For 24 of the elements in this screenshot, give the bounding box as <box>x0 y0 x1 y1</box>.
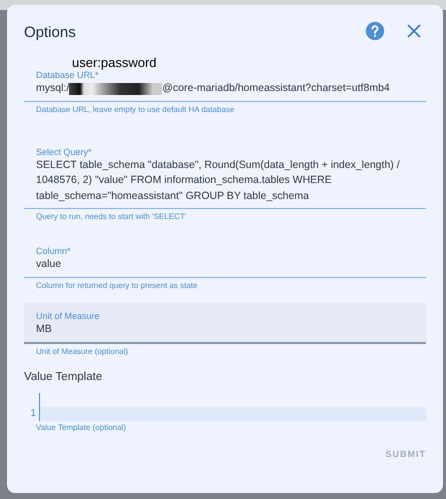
text-field[interactable]: Unit of Measure MB <box>24 302 426 344</box>
helper-text: Query to run, needs to start with 'SELECT' <box>35 211 188 222</box>
section-heading: Value Template <box>24 371 104 385</box>
helper-text: Unit of Measure (optional) <box>35 346 130 357</box>
field-value: MB <box>36 322 52 336</box>
help-icon[interactable] <box>365 21 385 41</box>
text-field[interactable]: Column* value <box>24 244 426 278</box>
field-label: Select Query* <box>36 146 93 158</box>
text-field[interactable]: Database URL* mysql:/ @core-mariadb/homeassistant?charset=utf8mb4 <box>24 68 426 102</box>
close-icon[interactable] <box>407 24 421 38</box>
field-value: value <box>36 257 62 272</box>
field-value: @core-mariadb/homeassistant?charset=utf8mb4 <box>162 81 390 96</box>
text-field[interactable]: Select Query* SELECT table_schema "database", Round(Sum(data_length + index_length) / 1048576, 2) "value" FROM information_schema.tables WHERE table_schema="homeassistant" GROUP BY table_schema <box>24 144 426 209</box>
line-number: 1 <box>29 407 36 421</box>
annotation-text: user:password <box>71 57 158 68</box>
helper-text: Database URL, leave empty to use default HA database <box>35 104 236 114</box>
dialog-title: Options <box>24 22 77 40</box>
field-label: Column* <box>36 246 72 257</box>
field-value: mysql:/ <box>36 81 70 96</box>
helper-text: Value Template (optional) <box>35 422 127 433</box>
field-label: Unit of Measure <box>36 310 101 322</box>
field-value: SELECT table_schema "database", Round(Sum(data_length + index_length) / 1048576, 2) "value" FROM information_schema.tables WHERE table_schema="homeassistant" GROUP BY table_schema <box>36 158 401 204</box>
helper-text: Column for returned query to present as state <box>35 280 198 290</box>
field-label: Database URL* <box>36 70 100 81</box>
